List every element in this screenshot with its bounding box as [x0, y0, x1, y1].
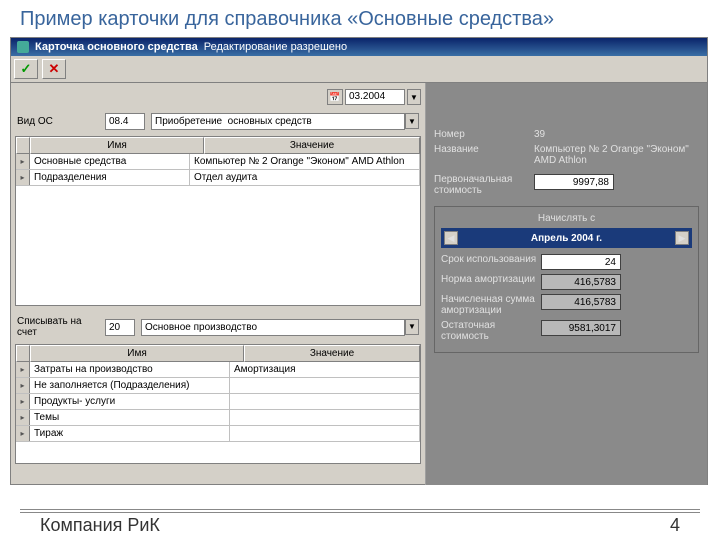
vid-os-code[interactable]	[105, 113, 145, 130]
table-row[interactable]: ▸ Основные средства Компьютер № 2 Orange…	[16, 154, 420, 170]
month-label: Апрель 2004 г.	[462, 233, 671, 244]
writeoff-label: Списывать на счет	[17, 316, 99, 338]
table-row[interactable]: ▸Не заполняется (Подразделения)	[16, 378, 420, 394]
table-row[interactable]: ▸ Подразделения Отдел аудита	[16, 170, 420, 186]
cell-value: Отдел аудита	[190, 170, 420, 185]
table-row[interactable]: ▸Тираж	[16, 426, 420, 442]
cell-name: Затраты на производство	[30, 362, 230, 377]
residual-label: Остаточная стоимость	[441, 320, 541, 342]
grid1-header-value: Значение	[204, 137, 420, 154]
initcost-label: Первоначальная стоимость	[434, 174, 534, 196]
calendar-button[interactable]: 📅	[327, 89, 343, 105]
name-label: Название	[434, 144, 534, 166]
toolbar: ✓ ✕	[11, 56, 707, 83]
table-row[interactable]: ▸Темы	[16, 410, 420, 426]
accrued-output	[541, 294, 621, 310]
grid-top: Имя Значение ▸ Основные средства Компьют…	[15, 136, 421, 306]
usage-label: Срок использования	[441, 254, 541, 270]
grid2-header-value: Значение	[244, 345, 420, 362]
cell-value	[230, 426, 420, 441]
prev-month-button[interactable]: ◀	[444, 231, 458, 245]
titlebar: Карточка основного средства Редактирован…	[11, 38, 707, 56]
usage-input[interactable]	[541, 254, 621, 270]
cell-name: Не заполняется (Подразделения)	[30, 378, 230, 393]
initcost-input[interactable]	[534, 174, 614, 190]
number-value: 39	[534, 129, 699, 140]
cell-name: Тираж	[30, 426, 230, 441]
cell-name: Подразделения	[30, 170, 190, 185]
cross-icon: ✕	[49, 61, 60, 77]
cell-value	[230, 378, 420, 393]
row-handle-icon: ▸	[16, 154, 30, 169]
month-navigator: ◀ Апрель 2004 г. ▶	[441, 228, 692, 248]
vid-os-value[interactable]	[151, 113, 405, 130]
row-handle-icon: ▸	[16, 170, 30, 185]
writeoff-code[interactable]	[105, 319, 135, 336]
residual-output	[541, 320, 621, 336]
vid-os-label: Вид ОС	[17, 116, 99, 127]
cell-value: Амортизация	[230, 362, 420, 377]
cancel-button[interactable]: ✕	[42, 59, 66, 79]
slide-title: Пример карточки для справочника «Основны…	[0, 0, 720, 37]
accrue-title: Начислять с	[441, 213, 692, 224]
writeoff-dropdown[interactable]: ▼	[405, 319, 419, 335]
accrue-panel: Начислять с ◀ Апрель 2004 г. ▶ Срок испо…	[434, 206, 699, 353]
window-title: Карточка основного средства	[35, 41, 198, 53]
app-window: Карточка основного средства Редактирован…	[10, 37, 708, 485]
footer-company: Компания РиК	[40, 515, 160, 536]
cell-value: Компьютер № 2 Orange "Эконом" AMD Athlon	[190, 154, 420, 169]
next-month-button[interactable]: ▶	[675, 231, 689, 245]
grid2-header-name: Имя	[30, 345, 244, 362]
check-icon: ✓	[21, 61, 32, 77]
writeoff-value[interactable]	[141, 319, 405, 336]
name-value: Компьютер № 2 Orange "Эконом" AMD Athlon	[534, 144, 699, 166]
number-label: Номер	[434, 129, 534, 140]
date-dropdown[interactable]: ▼	[407, 89, 421, 105]
vid-os-dropdown[interactable]: ▼	[405, 113, 419, 129]
app-icon	[17, 41, 29, 53]
date-field[interactable]: 03.2004	[345, 89, 405, 105]
right-panel: Номер39 НазваниеКомпьютер № 2 Orange "Эк…	[426, 83, 707, 485]
window-mode: Редактирование разрешено	[204, 41, 347, 53]
table-row[interactable]: ▸Затраты на производствоАмортизация	[16, 362, 420, 378]
cell-name: Продукты- услуги	[30, 394, 230, 409]
ok-button[interactable]: ✓	[14, 59, 38, 79]
table-row[interactable]: ▸Продукты- услуги	[16, 394, 420, 410]
cell-name: Темы	[30, 410, 230, 425]
rate-label: Норма амортизации	[441, 274, 541, 290]
slide-footer: Компания РиК 4	[20, 512, 700, 536]
left-panel: 📅 03.2004 ▼ Вид ОС ▼ Имя Значение	[11, 83, 426, 485]
grid-bottom: Имя Значение ▸Затраты на производствоАмо…	[15, 344, 421, 464]
cell-value	[230, 410, 420, 425]
rate-output	[541, 274, 621, 290]
accrued-label: Начисленная сумма амортизации	[441, 294, 541, 316]
cell-name: Основные средства	[30, 154, 190, 169]
footer-page: 4	[670, 515, 680, 536]
cell-value	[230, 394, 420, 409]
grid1-header-name: Имя	[30, 137, 204, 154]
